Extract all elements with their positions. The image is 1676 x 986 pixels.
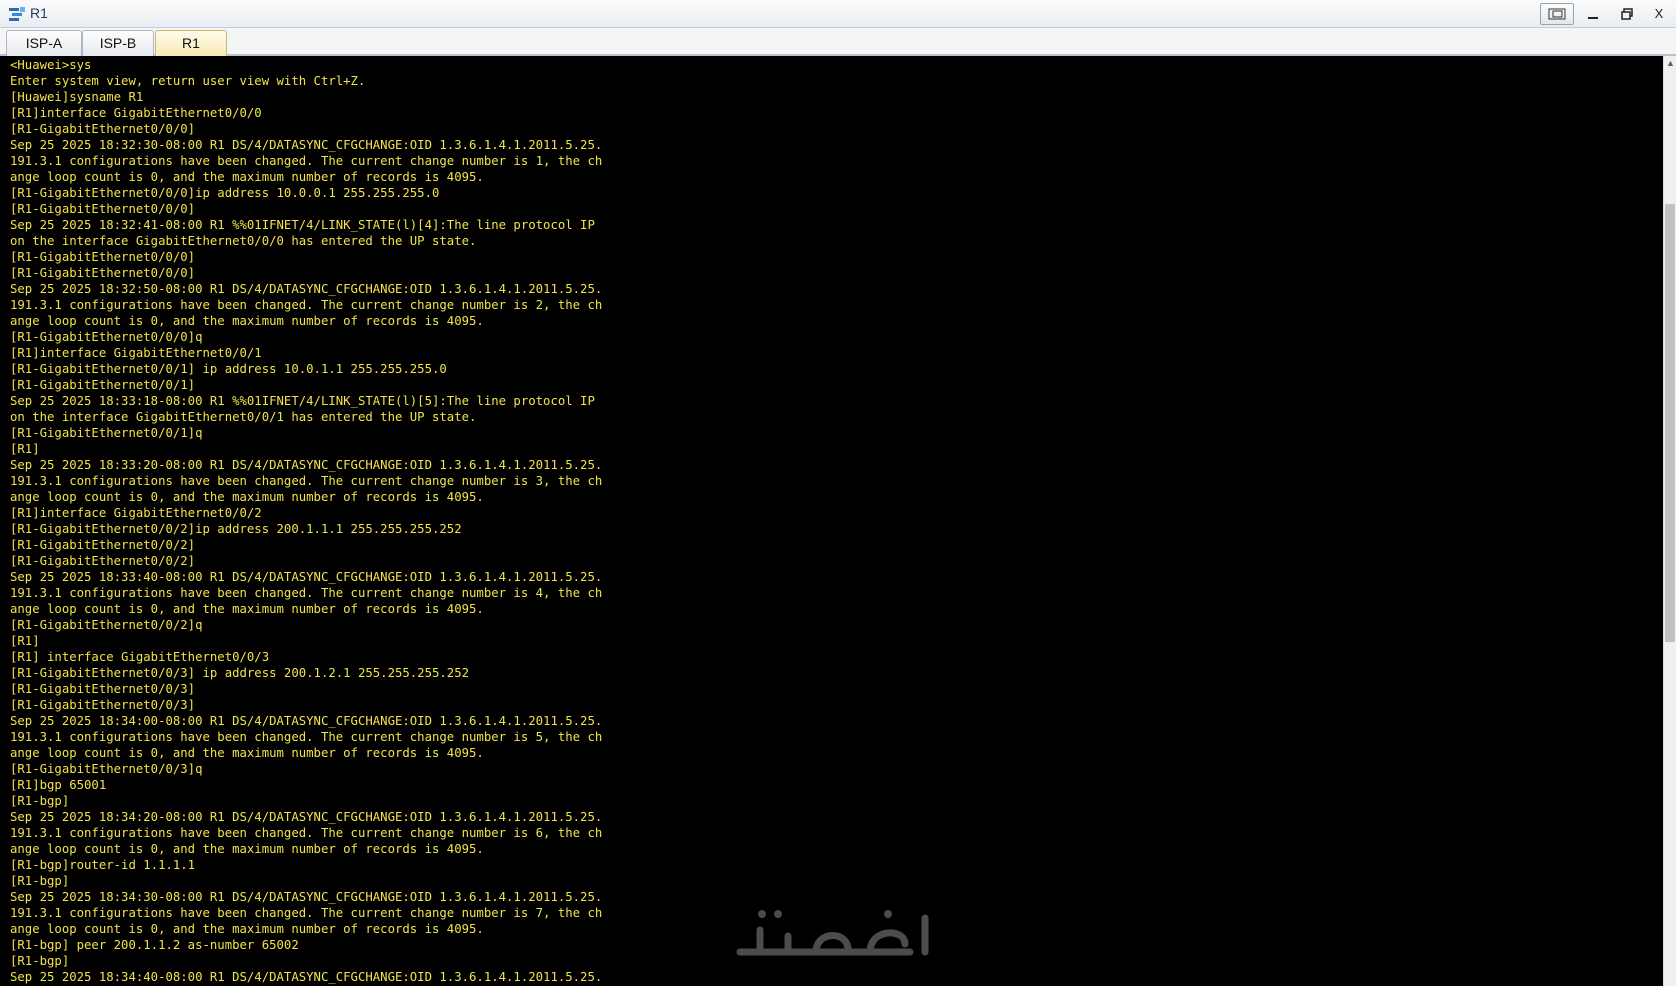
title-bar: R1 X — [0, 0, 1676, 28]
terminal-line: 191.3.1 configurations have been changed… — [10, 298, 603, 312]
terminal-line: [R1]interface GigabitEthernet0/0/1 — [10, 346, 262, 360]
terminal-line: 191.3.1 configurations have been changed… — [10, 474, 603, 488]
terminal-line: Sep 25 2025 18:34:40-08:00 R1 DS/4/DATAS… — [10, 970, 603, 984]
terminal-line: Sep 25 2025 18:32:50-08:00 R1 DS/4/DATAS… — [10, 282, 603, 296]
terminal-line: [R1-GigabitEthernet0/0/2]q — [10, 618, 203, 632]
terminal-line: ange loop count is 0, and the maximum nu… — [10, 842, 484, 856]
terminal-line: [R1-GigabitEthernet0/0/2]ip address 200.… — [10, 522, 462, 536]
terminal-line: [R1-GigabitEthernet0/0/2] — [10, 538, 196, 552]
terminal-line: on the interface GigabitEthernet0/0/0 ha… — [10, 234, 477, 248]
terminal-line: [R1] interface GigabitEthernet0/0/3 — [10, 650, 270, 664]
vertical-scrollbar[interactable]: ▲ — [1663, 56, 1676, 986]
terminal-line: Sep 25 2025 18:33:18-08:00 R1 %%01IFNET/… — [10, 394, 595, 408]
terminal-line: [R1]bgp 65001 — [10, 778, 107, 792]
terminal-line: [R1-bgp] peer 200.1.1.2 as-number 65002 — [10, 938, 299, 952]
terminal-line: [Huawei]sysname R1 — [10, 90, 144, 104]
terminal-line: 191.3.1 configurations have been changed… — [10, 730, 603, 744]
terminal-line: [R1] — [10, 634, 40, 648]
terminal-line: on the interface GigabitEthernet0/0/1 ha… — [10, 410, 477, 424]
terminal-line: Sep 25 2025 18:33:20-08:00 R1 DS/4/DATAS… — [10, 458, 603, 472]
terminal-line: [R1-GigabitEthernet0/0/0] — [10, 250, 196, 264]
terminal-line: Sep 25 2025 18:34:20-08:00 R1 DS/4/DATAS… — [10, 810, 603, 824]
terminal-line: [R1-bgp] — [10, 794, 70, 808]
scrollbar-thumb[interactable] — [1665, 204, 1675, 642]
terminal-line: 191.3.1 configurations have been changed… — [10, 826, 603, 840]
terminal-line: Sep 25 2025 18:32:41-08:00 R1 %%01IFNET/… — [10, 218, 595, 232]
terminal-line: [R1] — [10, 442, 40, 456]
app-icon — [9, 7, 25, 21]
terminal-line: ange loop count is 0, and the maximum nu… — [10, 490, 484, 504]
restore-console-button[interactable] — [1540, 3, 1574, 25]
terminal-line: <Huawei>sys — [10, 58, 92, 72]
terminal-line: Sep 25 2025 18:34:00-08:00 R1 DS/4/DATAS… — [10, 714, 603, 728]
terminal-line: [R1-GigabitEthernet0/0/3] — [10, 682, 196, 696]
scroll-up-arrow-icon[interactable]: ▲ — [1665, 58, 1676, 68]
terminal-console[interactable]: <Huawei>sys Enter system view, return use… — [0, 56, 1663, 986]
terminal-line: ange loop count is 0, and the maximum nu… — [10, 746, 484, 760]
terminal-line: Enter system view, return user view with… — [10, 74, 366, 88]
terminal-line: Sep 25 2025 18:34:30-08:00 R1 DS/4/DATAS… — [10, 890, 603, 904]
close-button[interactable]: X — [1644, 3, 1674, 25]
tab-isp-b[interactable]: ISP-B — [82, 30, 154, 56]
tab-isp-a[interactable]: ISP-A — [6, 30, 82, 56]
watermark-logo — [736, 910, 929, 956]
tab-bar: ISP-A ISP-B R1 — [0, 28, 1676, 56]
terminal-line: [R1-GigabitEthernet0/0/0] — [10, 122, 196, 136]
restore-icon — [1621, 8, 1633, 20]
terminal-line: ange loop count is 0, and the maximum nu… — [10, 314, 484, 328]
terminal-line: Sep 25 2025 18:33:40-08:00 R1 DS/4/DATAS… — [10, 570, 603, 584]
minimize-icon — [1588, 17, 1598, 19]
terminal-line: [R1-GigabitEthernet0/0/0]q — [10, 330, 203, 344]
tab-r1[interactable]: R1 — [155, 30, 227, 56]
terminal-line: 191.3.1 configurations have been changed… — [10, 154, 603, 168]
terminal-line: [R1-GigabitEthernet0/0/0] — [10, 202, 196, 216]
maximize-button[interactable] — [1612, 3, 1642, 25]
terminal-line: [R1-GigabitEthernet0/0/0] — [10, 266, 196, 280]
terminal-line: [R1-bgp]router-id 1.1.1.1 — [10, 858, 196, 872]
minimize-button[interactable] — [1578, 3, 1608, 25]
terminal-line: Sep 25 2025 18:32:30-08:00 R1 DS/4/DATAS… — [10, 138, 603, 152]
terminal-output: <Huawei>sys Enter system view, return use… — [10, 57, 602, 985]
terminal-line: [R1-GigabitEthernet0/0/3]q — [10, 762, 203, 776]
terminal-line: [R1-bgp] — [10, 874, 70, 888]
terminal-line: [R1-GigabitEthernet0/0/3] ip address 200… — [10, 666, 470, 680]
terminal-line: ange loop count is 0, and the maximum nu… — [10, 602, 484, 616]
terminal-line: [R1-GigabitEthernet0/0/1]q — [10, 426, 203, 440]
terminal-line: [R1-GigabitEthernet0/0/0]ip address 10.0… — [10, 186, 440, 200]
terminal-line: 191.3.1 configurations have been changed… — [10, 906, 603, 920]
terminal-line: ange loop count is 0, and the maximum nu… — [10, 170, 484, 184]
terminal-line: [R1-bgp] — [10, 954, 70, 968]
terminal-line: 191.3.1 configurations have been changed… — [10, 586, 603, 600]
window-layout-icon — [1548, 8, 1566, 20]
terminal-line: [R1]interface GigabitEthernet0/0/0 — [10, 106, 262, 120]
terminal-line: [R1-GigabitEthernet0/0/3] — [10, 698, 196, 712]
window-title: R1 — [30, 5, 48, 21]
terminal-line: [R1-GigabitEthernet0/0/1] ip address 10.… — [10, 362, 447, 376]
terminal-line: ange loop count is 0, and the maximum nu… — [10, 922, 484, 936]
terminal-line: [R1-GigabitEthernet0/0/2] — [10, 554, 196, 568]
terminal-line: [R1-GigabitEthernet0/0/1] — [10, 378, 196, 392]
terminal-line: [R1]interface GigabitEthernet0/0/2 — [10, 506, 262, 520]
